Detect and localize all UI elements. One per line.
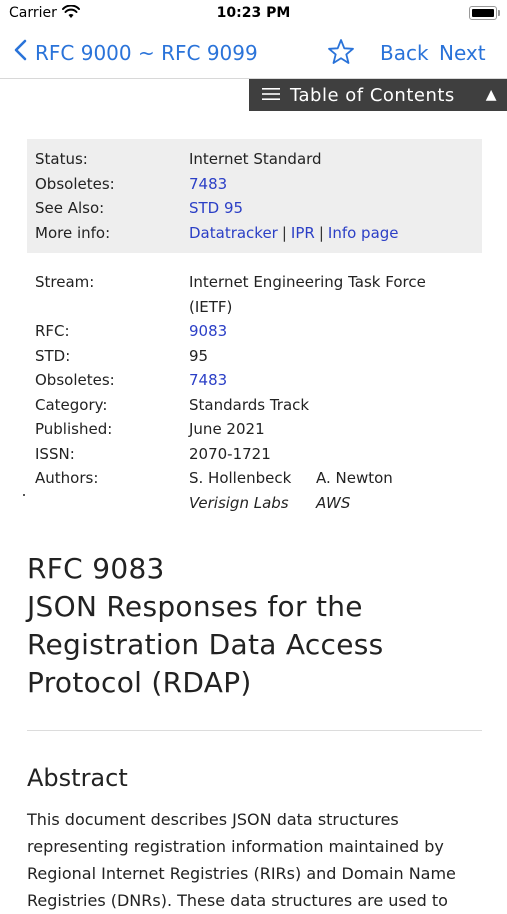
back-button[interactable]: Back — [380, 41, 429, 65]
std-value: 95 — [189, 347, 209, 365]
title-line: Registration Data Access — [27, 628, 384, 661]
obsoletes-label: Obsoletes: — [35, 175, 115, 193]
authors-label: Authors: — [35, 469, 99, 487]
title-line: JSON Responses for the — [27, 590, 363, 623]
published-label: Published: — [35, 420, 113, 438]
table-of-contents-button[interactable]: Table of Contents ▲ — [249, 79, 507, 111]
std-label: STD: — [35, 347, 71, 365]
issn-value: 2070-1721 — [189, 445, 271, 463]
triangle-up-icon: ▲ — [485, 87, 497, 103]
chevron-left-icon — [14, 39, 27, 66]
rfc-label: RFC: — [35, 322, 70, 340]
more-info-links: Datatracker | IPR | Info page — [189, 224, 399, 242]
author-name: S. Hollenbeck — [189, 469, 292, 487]
divider — [27, 730, 482, 731]
author-org: AWS — [316, 494, 351, 512]
see-also-label: See Also: — [35, 199, 105, 217]
toc-label: Table of Contents — [290, 84, 455, 106]
rfc-status-box: Status: Internet Standard Obsoletes: 748… — [27, 139, 482, 253]
range-back-button[interactable]: RFC 9000 ~ RFC 9099 — [14, 39, 258, 66]
battery-icon — [469, 6, 500, 20]
obsoletes-label: Obsoletes: — [35, 371, 115, 389]
published-value: June 2021 — [189, 420, 265, 438]
clock: 10:23 PM — [216, 5, 291, 21]
separator: | — [281, 224, 287, 242]
issn-label: ISSN: — [35, 445, 75, 463]
title-line: RFC 9083 — [27, 552, 165, 585]
document-title: RFC 9083 JSON Responses for the Registra… — [27, 550, 487, 702]
category-label: Category: — [35, 396, 108, 414]
info-page-link[interactable]: Info page — [328, 224, 399, 242]
more-info-label: More info: — [35, 224, 111, 242]
datatracker-link[interactable]: Datatracker — [189, 224, 278, 242]
status-bar: Carrier 10:23 PM — [0, 0, 507, 30]
next-button[interactable]: Next — [439, 41, 486, 65]
rfc-link[interactable]: 9083 — [189, 322, 227, 340]
see-also-link[interactable]: STD 95 — [189, 199, 243, 217]
stream-value-line2: (IETF) — [189, 298, 233, 316]
obsoletes-link[interactable]: 7483 — [189, 175, 227, 193]
abstract-heading: Abstract — [27, 764, 128, 792]
separator: | — [318, 224, 324, 242]
range-title: RFC 9000 ~ RFC 9099 — [35, 40, 258, 65]
menu-icon — [262, 85, 280, 106]
stray-dot — [23, 494, 25, 496]
navigation-bar: RFC 9000 ~ RFC 9099 Back Next — [0, 30, 507, 79]
author-name: A. Newton — [316, 469, 393, 487]
abstract-text: This document describes JSON data struct… — [27, 810, 456, 910]
ipr-link[interactable]: IPR — [291, 224, 315, 242]
status-label: Status: — [35, 150, 88, 168]
stream-label: Stream: — [35, 273, 95, 291]
stream-value-line1: Internet Engineering Task Force — [189, 273, 426, 291]
category-value: Standards Track — [189, 396, 310, 414]
obsoletes-link[interactable]: 7483 — [189, 371, 227, 389]
star-icon[interactable] — [327, 38, 355, 70]
status-value: Internet Standard — [189, 150, 322, 168]
author-org: Verisign Labs — [189, 494, 289, 512]
title-line: Protocol (RDAP) — [27, 666, 252, 699]
rfc-details: Stream: Internet Engineering Task Force … — [27, 262, 482, 522]
